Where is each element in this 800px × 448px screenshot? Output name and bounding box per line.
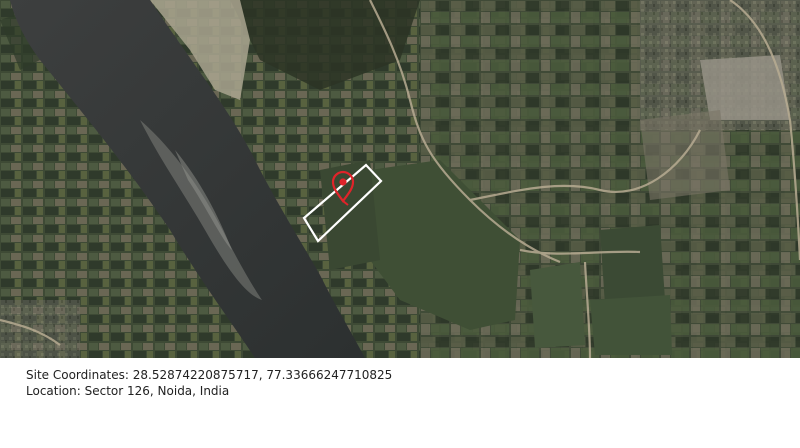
site-location: Location: Sector 126, Noida, India [26, 384, 230, 398]
satellite-map[interactable] [0, 0, 800, 358]
site-coordinates: Site Coordinates: 28.52874220875717, 77.… [26, 368, 393, 382]
